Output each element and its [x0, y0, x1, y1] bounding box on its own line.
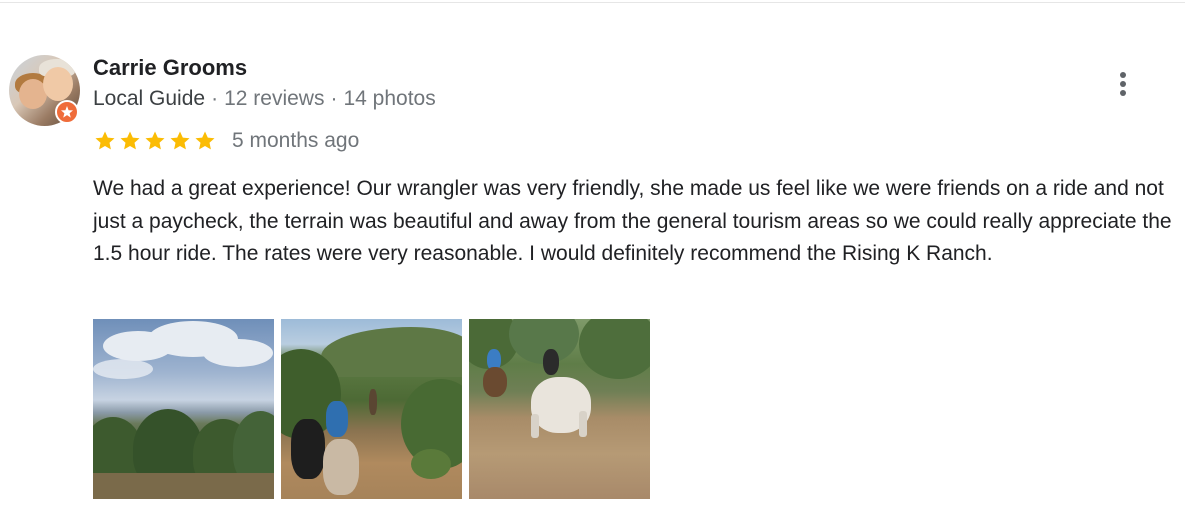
- author-meta: Local Guide · 12 reviews · 14 photos: [93, 87, 436, 111]
- more-options-button[interactable]: [1110, 66, 1136, 102]
- rating-row: 5 months ago: [93, 128, 359, 154]
- meta-separator: ·: [330, 87, 338, 110]
- author-name[interactable]: Carrie Grooms: [93, 55, 247, 81]
- photos-count: 14 photos: [343, 87, 436, 110]
- review-photos: [93, 319, 650, 499]
- review-photo-2[interactable]: [281, 319, 462, 499]
- author-badge-label: Local Guide: [93, 87, 206, 110]
- review-photo-1[interactable]: [93, 319, 274, 499]
- star-rating: [93, 129, 217, 153]
- review-time: 5 months ago: [232, 129, 360, 152]
- review-card: Carrie Grooms Local Guide · 12 reviews · 14 …: [0, 0, 1200, 518]
- meta-separator: ·: [211, 87, 219, 110]
- reviews-count: 12 reviews: [224, 87, 325, 110]
- review-text: We had a great experience! Our wrangler …: [93, 177, 1172, 265]
- more-vert-icon: [1120, 72, 1126, 78]
- review-photo-3[interactable]: [469, 319, 650, 499]
- star-icon: [170, 131, 190, 150]
- star-icon: [95, 131, 115, 150]
- star-icon: [120, 131, 140, 150]
- star-icon: [145, 131, 165, 150]
- local-guide-badge-icon: [55, 100, 79, 124]
- star-icon: [195, 131, 215, 150]
